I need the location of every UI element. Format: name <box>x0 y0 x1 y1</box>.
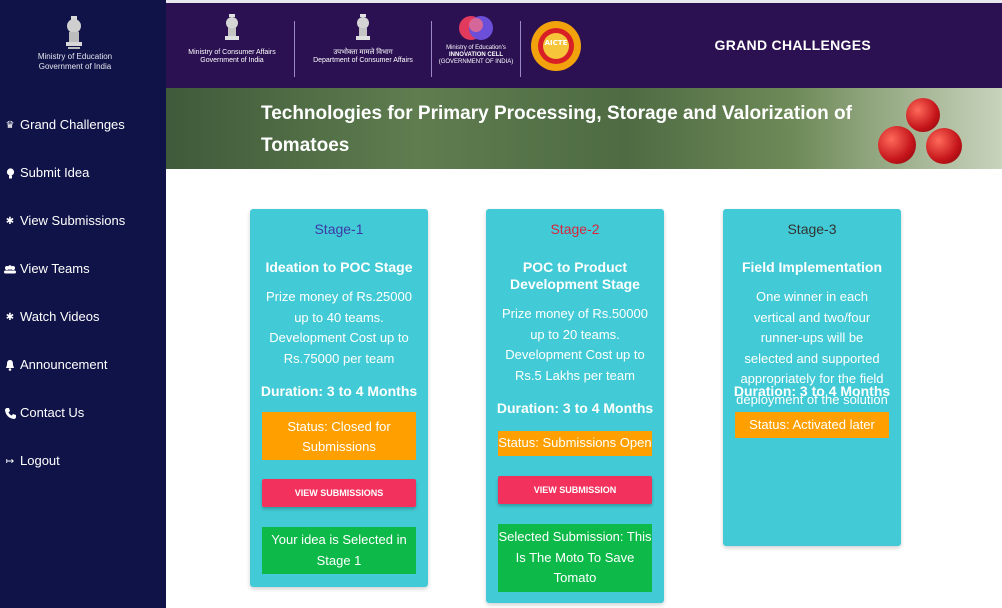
stage-description: Prize money of Rs.25000 up to 40 teams. … <box>266 289 412 366</box>
sidebar-logo: Ministry of Education Government of Indi… <box>0 0 166 88</box>
sparkle-icon: ✱ <box>5 311 15 323</box>
logo2-line2: Department of Consumer Affairs <box>313 57 413 64</box>
status-badge: Status: Activated later <box>735 412 889 438</box>
sidebar-item-label: View Submissions <box>20 213 126 228</box>
consumer-affairs-logo: Ministry of Consumer Affairs Government … <box>178 13 286 65</box>
tomato-image <box>906 98 940 132</box>
users-icon <box>4 263 16 275</box>
sidebar-item-label: Contact Us <box>20 405 85 420</box>
bell-icon <box>4 359 16 371</box>
sidebar-item-view-teams[interactable]: View Teams <box>0 261 166 309</box>
sidebar-item-contact-us[interactable]: Contact Us <box>0 405 166 453</box>
stage-description: Prize money of Rs.50000 up to 20 teams. … <box>502 306 648 383</box>
sidebar-item-label: Submit Idea <box>20 165 90 180</box>
sidebar-item-grand-challenges[interactable]: ♛ Grand Challenges <box>0 117 166 165</box>
page-header-title: GRAND CHALLENGES <box>714 37 871 53</box>
national-emblem-icon <box>225 14 239 40</box>
challenge-title: Technologies for Primary Processing, Sto… <box>261 103 852 156</box>
stage-duration: Duration: 3 to 4 Months <box>733 383 891 399</box>
bulb-icon <box>4 167 16 179</box>
logout-icon: ↦ <box>5 455 15 467</box>
sidebar-item-label: Grand Challenges <box>20 117 125 132</box>
stage-card: Stage-1 Ideation to POC Stage Prize mone… <box>250 209 428 587</box>
crown-icon: ♛ <box>5 119 15 131</box>
selection-status: Selected Submission: This Is The Moto To… <box>498 524 652 592</box>
sidebar-item-watch-videos[interactable]: ✱ Watch Videos <box>0 309 166 357</box>
national-emblem-icon <box>356 14 370 40</box>
stage-title: POC to Product Development Stage <box>510 259 640 292</box>
sparkle-icon: ✱ <box>5 215 15 227</box>
sidebar: Ministry of Education Government of Indi… <box>0 0 166 608</box>
sidebar-item-label: Logout <box>20 453 60 468</box>
tomato-image <box>878 126 916 164</box>
stage-duration: Duration: 3 to 4 Months <box>260 383 418 399</box>
stage-label: Stage-1 <box>314 221 364 237</box>
ministry-label: Ministry of Education Government of Indi… <box>0 52 150 72</box>
logo1-line2: Government of India <box>200 57 264 64</box>
view-submission-button[interactable]: VIEW SUBMISSION <box>498 476 652 504</box>
stage-title: Ideation to POC Stage <box>265 259 413 275</box>
status-badge: Status: Submissions Open <box>498 431 652 456</box>
challenge-banner: Technologies for Primary Processing, Sto… <box>166 88 1002 169</box>
sidebar-item-announcement[interactable]: Announcement <box>0 357 166 405</box>
view-submissions-button[interactable]: VIEW SUBMISSIONS <box>262 479 416 507</box>
phone-icon <box>4 407 16 419</box>
stage-title: Field Implementation <box>741 259 882 275</box>
logo3-line2: INNOVATION CELL <box>448 52 504 58</box>
logo-divider <box>520 21 521 77</box>
ministry-line1: Ministry of Education <box>37 52 113 61</box>
logo-divider <box>431 21 432 77</box>
logo3-line3: (GOVERNMENT OF INDIA) <box>438 59 514 65</box>
sidebar-item-logout[interactable]: ↦ Logout <box>0 453 166 501</box>
sidebar-item-label: Announcement <box>20 357 108 372</box>
sidebar-item-label: Watch Videos <box>20 309 100 324</box>
tomato-image <box>926 128 962 164</box>
svg-text:AICTE: AICTE <box>545 39 568 47</box>
ministry-line2: Government of India <box>38 62 112 71</box>
stage-label: Stage-2 <box>550 221 600 237</box>
logo3-line1: Ministry of Education's <box>446 45 506 51</box>
sidebar-item-label: View Teams <box>20 261 90 276</box>
logo1-line1: Ministry of Consumer Affairs <box>188 49 276 56</box>
status-badge: Status: Closed for Submissions <box>262 412 416 460</box>
top-header: Ministry of Consumer Affairs Government … <box>166 3 1002 88</box>
logo-divider <box>294 21 295 77</box>
stage-duration: Duration: 3 to 4 Months <box>496 400 654 416</box>
selection-status: Your idea is Selected in Stage 1 <box>262 527 416 574</box>
sidebar-nav: ♛ Grand Challenges Submit Idea ✱ View Su… <box>0 117 166 501</box>
brain-icon <box>459 16 493 40</box>
stage-label: Stage-3 <box>787 221 837 237</box>
aicte-logo: AICTE <box>531 21 581 71</box>
sidebar-item-submit-idea[interactable]: Submit Idea <box>0 165 166 213</box>
sidebar-item-view-submissions[interactable]: ✱ View Submissions <box>0 213 166 261</box>
logo2-line1: उपभोक्ता मामले विभाग <box>333 49 393 56</box>
department-logo: उपभोक्ता मामले विभाग Department of Consu… <box>302 13 424 65</box>
national-emblem-icon <box>66 16 82 49</box>
innovation-cell-logo: Ministry of Education's INNOVATION CELL … <box>438 13 514 66</box>
stage-card: Stage-2 POC to Product Development Stage… <box>486 209 664 603</box>
stage-card: Stage-3 Field Implementation One winner … <box>723 209 901 546</box>
